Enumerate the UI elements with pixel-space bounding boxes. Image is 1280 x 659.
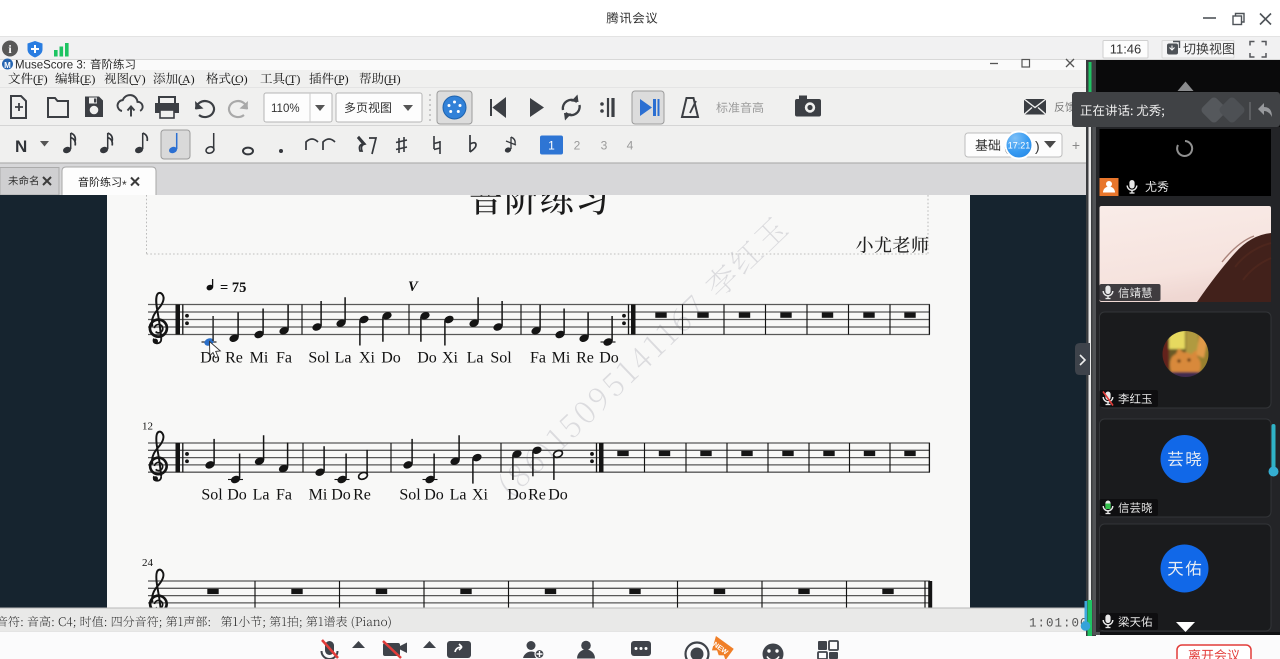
- svg-text:La: La: [335, 350, 352, 367]
- svg-text:(P): (P): [334, 72, 349, 86]
- svg-text:(H): (H): [384, 72, 401, 86]
- svg-text:1:01:00: 1:01:00: [1029, 617, 1089, 631]
- svg-text:Re: Re: [225, 350, 243, 367]
- svg-text:= 75: = 75: [220, 280, 246, 296]
- svg-text:Do: Do: [331, 487, 351, 504]
- svg-text:Do: Do: [548, 487, 568, 504]
- svg-text:(O): (O): [231, 72, 248, 86]
- svg-text:Fa: Fa: [276, 350, 292, 367]
- svg-text:(F): (F): [33, 72, 48, 86]
- svg-text:Do: Do: [417, 350, 437, 367]
- svg-text:1: 1: [548, 139, 555, 153]
- svg-text:11:46: 11:46: [1110, 42, 1142, 57]
- svg-text:MuseScore 3:: MuseScore 3:: [15, 60, 86, 72]
- svg-text:Xi: Xi: [442, 350, 459, 367]
- svg-text:Xi: Xi: [359, 350, 376, 367]
- svg-text:Fa: Fa: [530, 350, 546, 367]
- svg-text:12: 12: [142, 421, 153, 433]
- svg-text:La: La: [253, 487, 270, 504]
- svg-text:N: N: [15, 137, 27, 156]
- svg-text:Do: Do: [227, 487, 247, 504]
- svg-text:Sol: Sol: [399, 487, 421, 504]
- svg-text:La: La: [467, 350, 484, 367]
- svg-text:Sol: Sol: [308, 350, 330, 367]
- svg-text:La: La: [450, 487, 467, 504]
- svg-text:Sol: Sol: [201, 487, 223, 504]
- svg-text:3: 3: [601, 139, 608, 153]
- svg-text:17:21: 17:21: [1008, 141, 1031, 151]
- svg-text:V: V: [408, 279, 419, 295]
- svg-text:Re: Re: [576, 350, 594, 367]
- svg-text:Do: Do: [424, 487, 444, 504]
- svg-text:Xi: Xi: [472, 487, 489, 504]
- svg-text:M: M: [4, 61, 11, 70]
- svg-text:Mi: Mi: [309, 487, 328, 504]
- svg-text:(V): (V): [129, 72, 146, 86]
- svg-text:+: +: [1072, 137, 1080, 153]
- svg-text:Sol: Sol: [490, 350, 512, 367]
- svg-text:Mi: Mi: [552, 350, 571, 367]
- svg-text:Do: Do: [599, 350, 619, 367]
- svg-text:Fa: Fa: [276, 487, 292, 504]
- svg-text:4: 4: [627, 139, 634, 153]
- svg-text:Mi: Mi: [250, 350, 269, 367]
- svg-text:(E): (E): [80, 72, 95, 86]
- svg-text:110%: 110%: [271, 103, 300, 115]
- svg-text:Do: Do: [381, 350, 401, 367]
- svg-text:): ): [1035, 138, 1040, 154]
- svg-text:24: 24: [142, 557, 154, 569]
- svg-text:(A): (A): [178, 72, 195, 86]
- svg-text:(T): (T): [285, 72, 300, 86]
- svg-text:Do: Do: [507, 487, 527, 504]
- svg-text:*: *: [122, 178, 127, 192]
- svg-text:Re: Re: [353, 487, 371, 504]
- svg-text:Re: Re: [528, 487, 546, 504]
- svg-text:2: 2: [574, 139, 581, 153]
